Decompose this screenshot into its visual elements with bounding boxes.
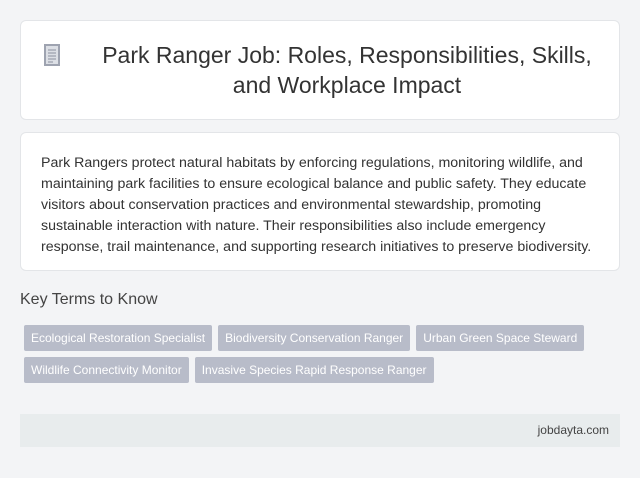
- summary-text: Park Rangers protect natural habitats by…: [41, 155, 592, 255]
- header-card: Park Ranger Job: Roles, Responsibilities…: [20, 20, 620, 120]
- key-term-chip[interactable]: Invasive Species Rapid Response Ranger: [194, 357, 434, 383]
- key-term-chip[interactable]: Wildlife Connectivity Monitor: [24, 357, 189, 383]
- document-icon: [44, 44, 60, 66]
- key-term-chip[interactable]: Biodiversity Conservation Ranger: [218, 325, 411, 351]
- key-term-chip[interactable]: Ecological Restoration Specialist: [24, 325, 213, 351]
- footer-bar: jobdayta.com: [20, 414, 620, 447]
- page-title: Park Ranger Job: Roles, Responsibilities…: [102, 42, 592, 98]
- summary-card: Park Rangers protect natural habitats by…: [20, 132, 620, 271]
- footer-site-link[interactable]: jobdayta.com: [538, 423, 609, 437]
- key-terms-heading: Key Terms to Know: [20, 291, 158, 308]
- key-term-chip[interactable]: Urban Green Space Steward: [416, 325, 585, 351]
- key-terms-list: Ecological Restoration Specialist Biodiv…: [24, 325, 604, 389]
